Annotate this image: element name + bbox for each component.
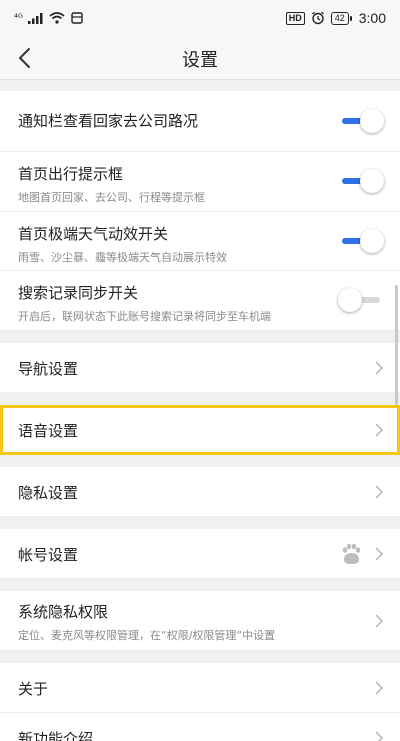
signal-icon — [27, 13, 43, 24]
signal-label: ⁴ᴳ — [14, 12, 23, 24]
header: 设置 — [0, 36, 400, 80]
weather-toggle[interactable] — [338, 229, 384, 253]
wifi-icon — [49, 12, 65, 24]
notification-icon — [71, 12, 83, 24]
home-prompt-row[interactable]: 首页出行提示框 地图首页回家、去公司、行程等提示框 — [0, 152, 400, 212]
chevron-right-icon — [375, 423, 384, 437]
toggle-knob — [360, 229, 384, 253]
navigation-settings-label: 导航设置 — [18, 360, 79, 378]
search-sync-desc: 开启后，联网状态下此账号搜索记录将同步至车机端 — [18, 310, 271, 323]
section-gap — [0, 517, 400, 529]
account-settings-row[interactable]: 帐号设置 — [0, 529, 400, 579]
weather-desc: 雨雪、沙尘暴、霾等极端天气自动展示特效 — [18, 251, 227, 264]
voice-settings-row[interactable]: 语音设置 — [0, 405, 400, 455]
chevron-right-icon — [375, 361, 384, 375]
chevron-right-icon — [375, 547, 384, 561]
toggle-knob — [338, 288, 362, 312]
status-right: HD 42 3:00 — [285, 10, 386, 26]
account-settings-label: 帐号设置 — [18, 546, 79, 564]
status-time: 3:00 — [358, 10, 386, 26]
notif-route-row[interactable]: 通知栏查看回家去公司路况 — [0, 91, 400, 152]
navigation-settings-row[interactable]: 导航设置 — [0, 343, 400, 393]
system-privacy-desc: 定位、麦克风等权限管理，在“权限/权限管理”中设置 — [18, 629, 276, 642]
section-gap — [0, 80, 400, 91]
weather-label: 首页极端天气动效开关 — [18, 225, 169, 243]
notif-route-label: 通知栏查看回家去公司路况 — [18, 112, 199, 130]
toggle-knob — [360, 109, 384, 133]
notif-route-toggle[interactable] — [338, 109, 384, 133]
scrollbar[interactable] — [395, 285, 398, 405]
chevron-right-icon — [375, 614, 384, 628]
voice-settings-label: 语音设置 — [18, 422, 79, 440]
chevron-right-icon — [375, 485, 384, 499]
section-gap — [0, 393, 400, 405]
search-sync-label: 搜索记录同步开关 — [18, 284, 139, 302]
about-label: 关于 — [18, 680, 49, 698]
status-bar: ⁴ᴳ HD 42 3:00 — [0, 0, 400, 36]
toggle-knob — [360, 169, 384, 193]
settings-list: 通知栏查看回家去公司路况 首页出行提示框 地图首页回家、去公司、行程等提示框 首… — [0, 80, 400, 741]
system-privacy-row[interactable]: 系统隐私权限 定位、麦克风等权限管理，在“权限/权限管理”中设置 — [0, 591, 400, 651]
home-prompt-desc: 地图首页回家、去公司、行程等提示框 — [18, 191, 205, 204]
about-row[interactable]: 关于 — [0, 663, 400, 713]
chevron-right-icon — [375, 731, 384, 741]
new-features-row[interactable]: 新功能介绍 — [0, 713, 400, 741]
hd-badge: HD — [285, 11, 305, 25]
section-gap — [0, 579, 400, 591]
weather-row[interactable]: 首页极端天气动效开关 雨雪、沙尘暴、霾等极端天气自动展示特效 — [0, 212, 400, 271]
new-features-label: 新功能介绍 — [18, 730, 94, 741]
battery-icon: 42 — [330, 11, 352, 25]
section-gap — [0, 651, 400, 663]
search-sync-toggle[interactable] — [338, 288, 384, 312]
home-prompt-toggle[interactable] — [338, 169, 384, 193]
privacy-settings-label: 隐私设置 — [18, 484, 79, 502]
chevron-right-icon — [375, 681, 384, 695]
search-sync-row[interactable]: 搜索记录同步开关 开启后，联网状态下此账号搜索记录将同步至车机端 — [0, 271, 400, 331]
alarm-icon — [311, 11, 324, 25]
system-privacy-label: 系统隐私权限 — [18, 603, 109, 621]
paw-icon — [342, 543, 361, 564]
section-gap — [0, 331, 400, 343]
page-title: 设置 — [182, 50, 218, 71]
home-prompt-label: 首页出行提示框 — [18, 165, 124, 183]
section-gap — [0, 455, 400, 467]
privacy-settings-row[interactable]: 隐私设置 — [0, 467, 400, 517]
status-left: ⁴ᴳ — [14, 11, 84, 25]
